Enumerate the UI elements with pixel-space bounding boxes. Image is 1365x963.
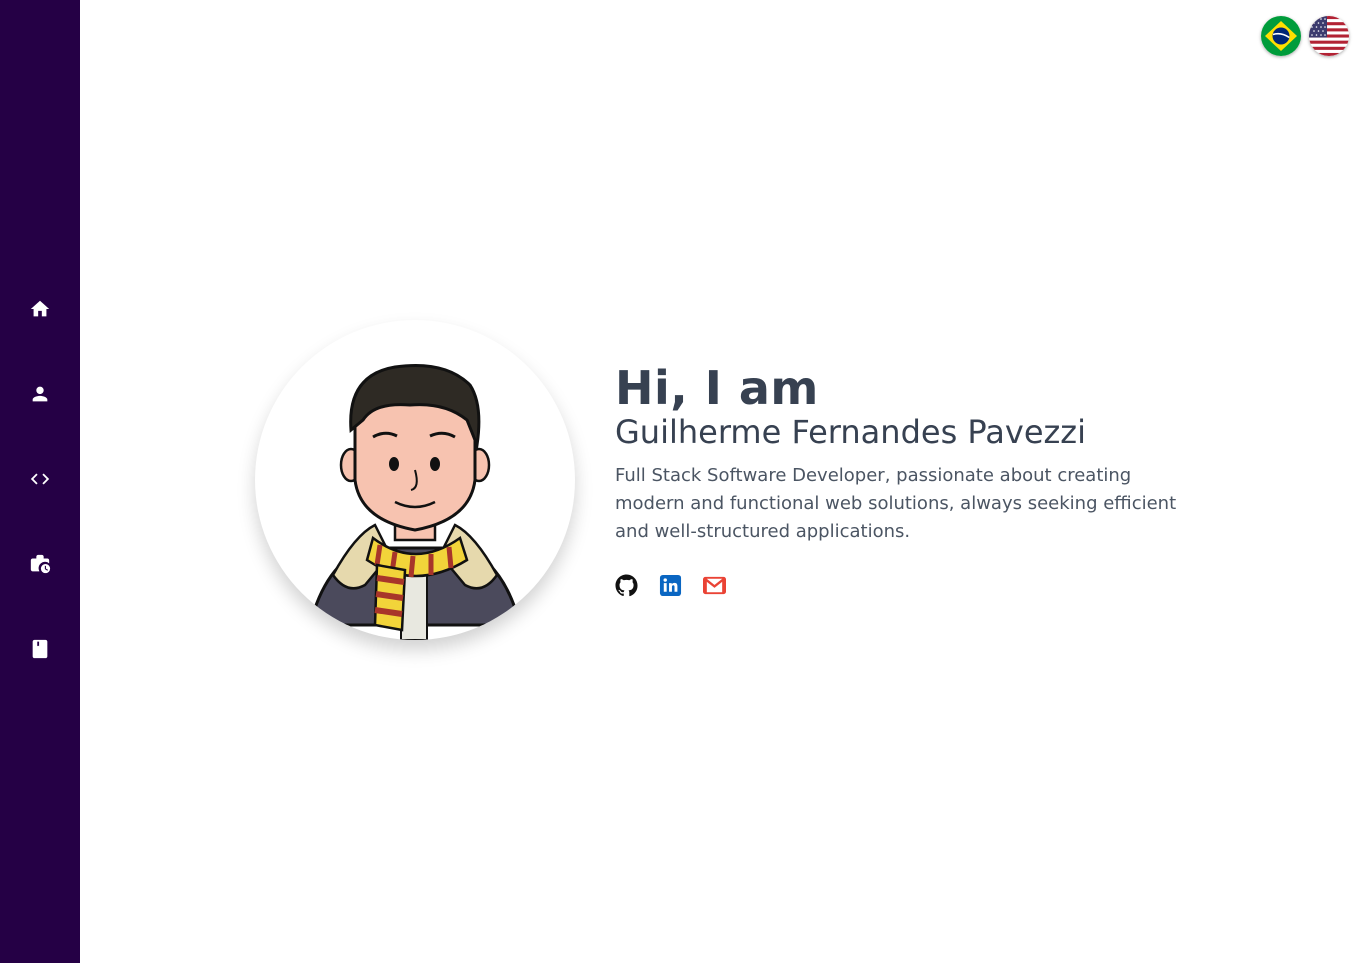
book-icon [32,639,48,659]
hero-intro: Hi, I am Guilherme Fernandes Pavezzi Ful… [615,362,1215,597]
nav-projects[interactable] [20,459,60,499]
greeting-heading: Hi, I am [615,361,819,415]
social-links [615,574,1215,597]
language-pt-button[interactable] [1261,16,1301,56]
code-icon [30,473,50,485]
gmail-link[interactable] [703,574,726,597]
developer-name: Guilherme Fernandes Pavezzi [615,413,1086,451]
sidebar [0,0,80,963]
gmail-icon [703,576,726,595]
linkedin-link[interactable] [659,574,682,597]
linkedin-icon [659,574,682,597]
home-icon [30,300,50,317]
github-link[interactable] [615,574,638,597]
cartoon-avatar-illustration [308,363,522,640]
profile-avatar [255,320,575,640]
developer-bio: Full Stack Software Developer, passionat… [615,465,1177,542]
usa-flag-icon [1309,16,1349,56]
github-icon [615,574,638,597]
nav-blog[interactable] [20,629,60,669]
language-en-button[interactable] [1309,16,1349,56]
user-icon [32,386,48,402]
nav-experience[interactable] [20,544,60,584]
brazil-flag-icon [1261,16,1301,56]
briefcase-clock-icon [30,554,51,574]
nav-home[interactable] [20,289,60,329]
nav-about[interactable] [20,374,60,414]
